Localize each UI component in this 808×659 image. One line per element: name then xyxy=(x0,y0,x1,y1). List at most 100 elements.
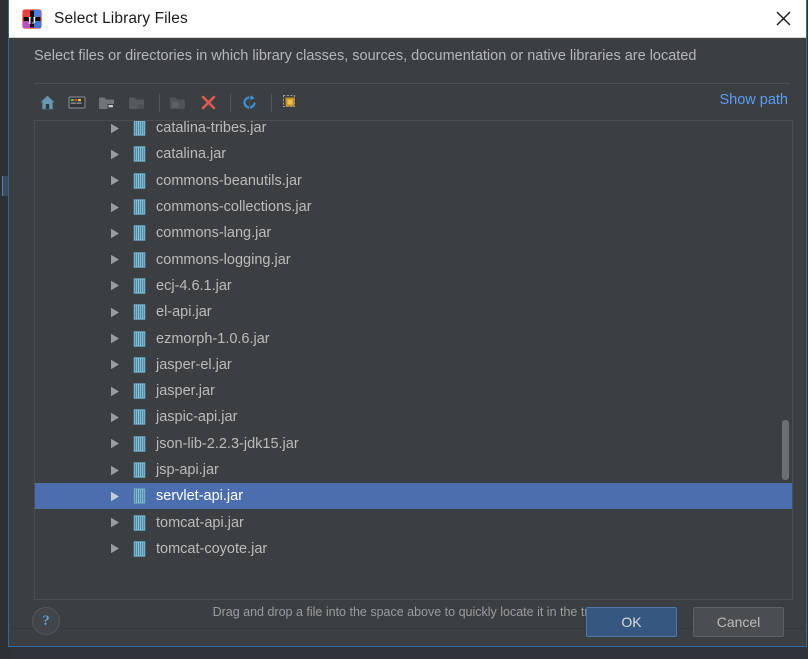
tree-row-label: jsp-api.jar xyxy=(156,462,219,478)
dialog-titlebar: IJ Select Library Files xyxy=(9,0,806,38)
jar-file-icon xyxy=(133,304,146,321)
tree-row[interactable]: jaspic-api.jar xyxy=(35,404,792,430)
expand-triangle-icon[interactable] xyxy=(107,357,123,373)
expand-triangle-icon[interactable] xyxy=(107,331,123,347)
tree-row[interactable]: json-lib-2.2.3-jdk15.jar xyxy=(35,431,792,457)
tree-scrollbar[interactable] xyxy=(780,122,791,598)
folder-new-icon[interactable] xyxy=(94,90,120,116)
expand-triangle-icon[interactable] xyxy=(107,383,123,399)
toolbar-separator xyxy=(271,93,272,112)
tree-row-label: ezmorph-1.0.6.jar xyxy=(156,330,270,347)
expand-triangle-icon[interactable] xyxy=(107,146,123,162)
jar-file-icon xyxy=(133,330,146,347)
tree-row-label: tomcat-coyote.jar xyxy=(156,540,268,557)
hidden-files-icon[interactable] xyxy=(277,90,303,116)
dialog-title: Select Library Files xyxy=(54,9,188,27)
footer-divider xyxy=(10,628,805,629)
tree-row-label: json-lib-2.2.3-jdk15.jar xyxy=(156,435,299,452)
jar-file-icon xyxy=(133,225,146,242)
toolbar-separator xyxy=(159,93,160,112)
expand-triangle-icon[interactable] xyxy=(107,199,123,215)
tree-row[interactable]: catalina.jar xyxy=(35,141,792,167)
intellij-idea-icon: IJ xyxy=(22,8,42,29)
expand-triangle-icon[interactable] xyxy=(107,121,123,136)
file-tree-list: catalina-tribes.jar catalina.jar commons-b… xyxy=(35,120,792,562)
expand-triangle-icon[interactable] xyxy=(107,541,123,557)
tree-row-label: ecj-4.6.1.jar xyxy=(156,277,232,294)
jar-file-icon xyxy=(133,383,146,400)
svg-text:IJ: IJ xyxy=(28,15,37,25)
tree-row-label: commons-beanutils.jar xyxy=(156,172,302,189)
jar-file-icon xyxy=(133,514,146,531)
file-chooser-toolbar: Show path xyxy=(34,86,790,119)
tree-row-label: jasper-el.jar xyxy=(156,356,232,373)
file-tree-panel[interactable]: catalina-tribes.jar catalina.jar commons-b… xyxy=(34,120,793,600)
tree-row-label: catalina.jar xyxy=(156,146,227,163)
refresh-icon[interactable] xyxy=(236,90,262,116)
jar-file-icon xyxy=(133,435,146,452)
jar-file-icon xyxy=(133,251,146,268)
tree-row[interactable]: tomcat-coyote.jar xyxy=(35,536,792,562)
expand-triangle-icon[interactable] xyxy=(107,488,123,504)
tree-row-label: servlet-api.jar xyxy=(156,488,244,505)
dialog-content: Select files or directories in which lib… xyxy=(10,38,805,645)
tree-row[interactable]: commons-beanutils.jar xyxy=(35,168,792,194)
tree-row[interactable]: el-api.jar xyxy=(35,299,792,325)
expand-triangle-icon[interactable] xyxy=(107,173,123,189)
help-button[interactable]: ? xyxy=(32,607,60,635)
tree-scrollbar-thumb[interactable] xyxy=(782,420,789,480)
tree-row-label: commons-logging.jar xyxy=(156,251,291,268)
tree-row-label: commons-lang.jar xyxy=(156,225,272,242)
jar-file-icon xyxy=(133,462,146,478)
tree-row-label: catalina-tribes.jar xyxy=(156,120,267,137)
select-library-files-dialog: IJ Select Library Files Select files or … xyxy=(8,0,807,647)
delete-icon[interactable] xyxy=(195,90,221,116)
toolbar-button-group xyxy=(34,86,307,119)
tree-row[interactable]: jasper.jar xyxy=(35,378,792,404)
expand-triangle-icon[interactable] xyxy=(107,278,123,294)
drag-drop-hint: Drag and drop a file into the space abov… xyxy=(212,605,603,619)
desktop-icon[interactable] xyxy=(64,90,90,116)
dialog-description: Select files or directories in which lib… xyxy=(34,48,697,64)
jar-file-icon xyxy=(133,199,146,215)
tree-row-label: tomcat-api.jar xyxy=(156,514,244,531)
jar-file-icon xyxy=(133,356,146,373)
jar-file-icon xyxy=(133,278,146,294)
tree-row-label: jaspic-api.jar xyxy=(156,409,238,426)
jar-file-icon xyxy=(133,540,146,557)
expand-triangle-icon[interactable] xyxy=(107,409,123,425)
header-divider xyxy=(34,83,790,84)
show-path-link[interactable]: Show path xyxy=(719,92,788,108)
folder-up-icon xyxy=(165,90,191,116)
tree-row[interactable]: commons-lang.jar xyxy=(35,220,792,246)
jar-file-icon xyxy=(133,146,146,163)
toolbar-separator xyxy=(230,93,231,112)
home-icon[interactable] xyxy=(34,90,60,116)
close-icon[interactable] xyxy=(760,0,806,37)
tree-row-label: jasper.jar xyxy=(156,383,215,400)
jar-file-icon xyxy=(133,488,146,505)
jar-file-icon xyxy=(133,172,146,189)
tree-row[interactable]: jsp-api.jar xyxy=(35,457,792,483)
expand-triangle-icon[interactable] xyxy=(107,252,123,268)
cancel-button[interactable]: Cancel xyxy=(693,607,784,637)
tree-row[interactable]: catalina-tribes.jar xyxy=(35,120,792,141)
expand-triangle-icon[interactable] xyxy=(107,436,123,452)
tree-row[interactable]: ecj-4.6.1.jar xyxy=(35,273,792,299)
tree-row-selected[interactable]: servlet-api.jar xyxy=(35,483,792,510)
expand-triangle-icon[interactable] xyxy=(107,515,123,531)
expand-triangle-icon[interactable] xyxy=(107,462,123,478)
tree-row-label: el-api.jar xyxy=(156,304,212,321)
folder-icon xyxy=(124,90,150,116)
help-icon: ? xyxy=(42,612,50,629)
expand-triangle-icon[interactable] xyxy=(107,225,123,241)
expand-triangle-icon[interactable] xyxy=(107,304,123,320)
ok-button[interactable]: OK xyxy=(586,607,677,637)
jar-file-icon xyxy=(133,121,146,137)
tree-row[interactable]: jasper-el.jar xyxy=(35,352,792,378)
jar-file-icon xyxy=(133,409,146,426)
tree-row[interactable]: ezmorph-1.0.6.jar xyxy=(35,325,792,351)
tree-row[interactable]: commons-collections.jar xyxy=(35,194,792,220)
tree-row[interactable]: tomcat-api.jar xyxy=(35,509,792,535)
tree-row[interactable]: commons-logging.jar xyxy=(35,246,792,272)
